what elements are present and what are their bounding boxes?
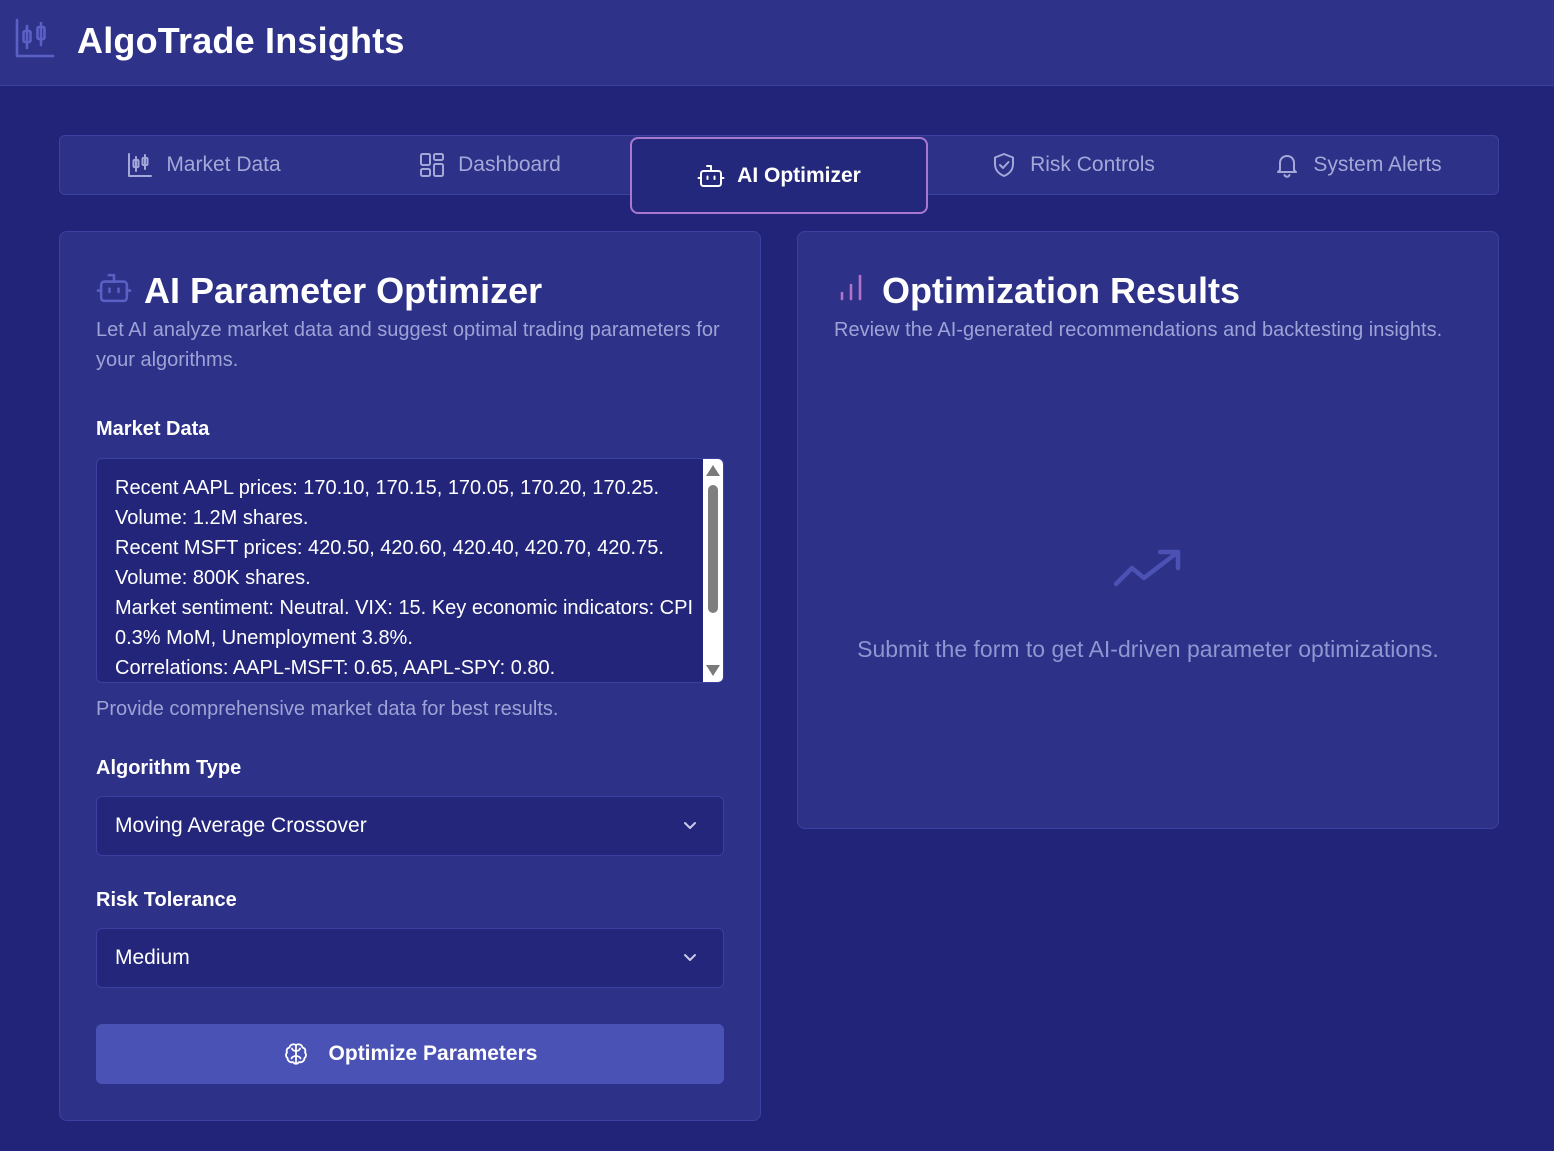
algorithm-type-select[interactable]: Moving Average Crossover xyxy=(96,796,724,856)
tab-label: Market Data xyxy=(166,153,281,176)
tab-market-data[interactable]: Market Data xyxy=(60,136,347,194)
market-data-label: Market Data xyxy=(96,418,210,440)
shield-check-icon xyxy=(994,153,1015,177)
app-title: AlgoTrade Insights xyxy=(77,20,405,61)
tab-label: Dashboard xyxy=(458,153,561,176)
results-description: Review the AI-generated recommendations … xyxy=(834,319,1443,341)
dashboard-grid-icon xyxy=(420,153,445,177)
results-title: Optimization Results xyxy=(882,270,1241,311)
chevron-down-icon xyxy=(684,822,696,829)
tab-system-alerts[interactable]: System Alerts xyxy=(1215,136,1500,194)
risk-tolerance-select[interactable]: Medium xyxy=(96,928,724,988)
market-data-helper: Provide comprehensive market data for be… xyxy=(96,698,559,720)
optimizer-card: AI Parameter Optimizer Let AI analyze ma… xyxy=(59,231,761,1121)
market-data-textarea[interactable]: Recent AAPL prices: 170.10, 170.15, 170.… xyxy=(96,458,724,683)
bot-icon xyxy=(697,164,725,187)
market-data-value: Recent AAPL prices: 170.10, 170.15, 170.… xyxy=(115,477,694,679)
risk-tolerance-label: Risk Tolerance xyxy=(96,889,237,911)
textarea-scrollbar[interactable] xyxy=(703,459,723,682)
candlestick-chart-icon xyxy=(128,153,153,177)
optimizer-title: AI Parameter Optimizer xyxy=(144,270,543,311)
brain-icon xyxy=(284,1043,307,1065)
bell-icon xyxy=(1277,155,1298,178)
bar-chart-icon xyxy=(840,274,862,301)
app-header: AlgoTrade Insights xyxy=(0,0,1554,86)
bot-icon xyxy=(96,273,132,303)
tab-ai-optimizer[interactable]: AI Optimizer xyxy=(630,137,928,214)
optimize-parameters-label: Optimize Parameters xyxy=(328,1042,538,1065)
optimizer-description: Let AI analyze market data and suggest o… xyxy=(96,319,720,371)
main-tabs: Market Data Dashboard AI Optimizer Risk … xyxy=(59,135,1500,214)
scroll-down-icon[interactable] xyxy=(706,665,720,676)
algorithm-type-value: Moving Average Crossover xyxy=(115,814,367,837)
algorithm-type-label: Algorithm Type xyxy=(96,757,242,779)
scroll-up-icon[interactable] xyxy=(706,465,720,476)
results-empty-message: Submit the form to get AI-driven paramet… xyxy=(857,636,1439,662)
candlestick-chart-icon xyxy=(15,18,55,58)
tab-dashboard[interactable]: Dashboard xyxy=(347,136,632,194)
scrollbar-thumb[interactable] xyxy=(708,485,718,613)
tab-label: Risk Controls xyxy=(1030,153,1155,176)
trending-up-icon xyxy=(1113,549,1181,587)
optimize-parameters-button[interactable]: Optimize Parameters xyxy=(96,1024,724,1084)
tab-label: AI Optimizer xyxy=(737,163,861,187)
results-card: Optimization Results Review the AI-gener… xyxy=(797,231,1499,829)
chevron-down-icon xyxy=(684,954,696,961)
tab-label: System Alerts xyxy=(1313,153,1442,176)
risk-tolerance-value: Medium xyxy=(115,946,190,969)
tab-risk-controls[interactable]: Risk Controls xyxy=(930,136,1215,194)
